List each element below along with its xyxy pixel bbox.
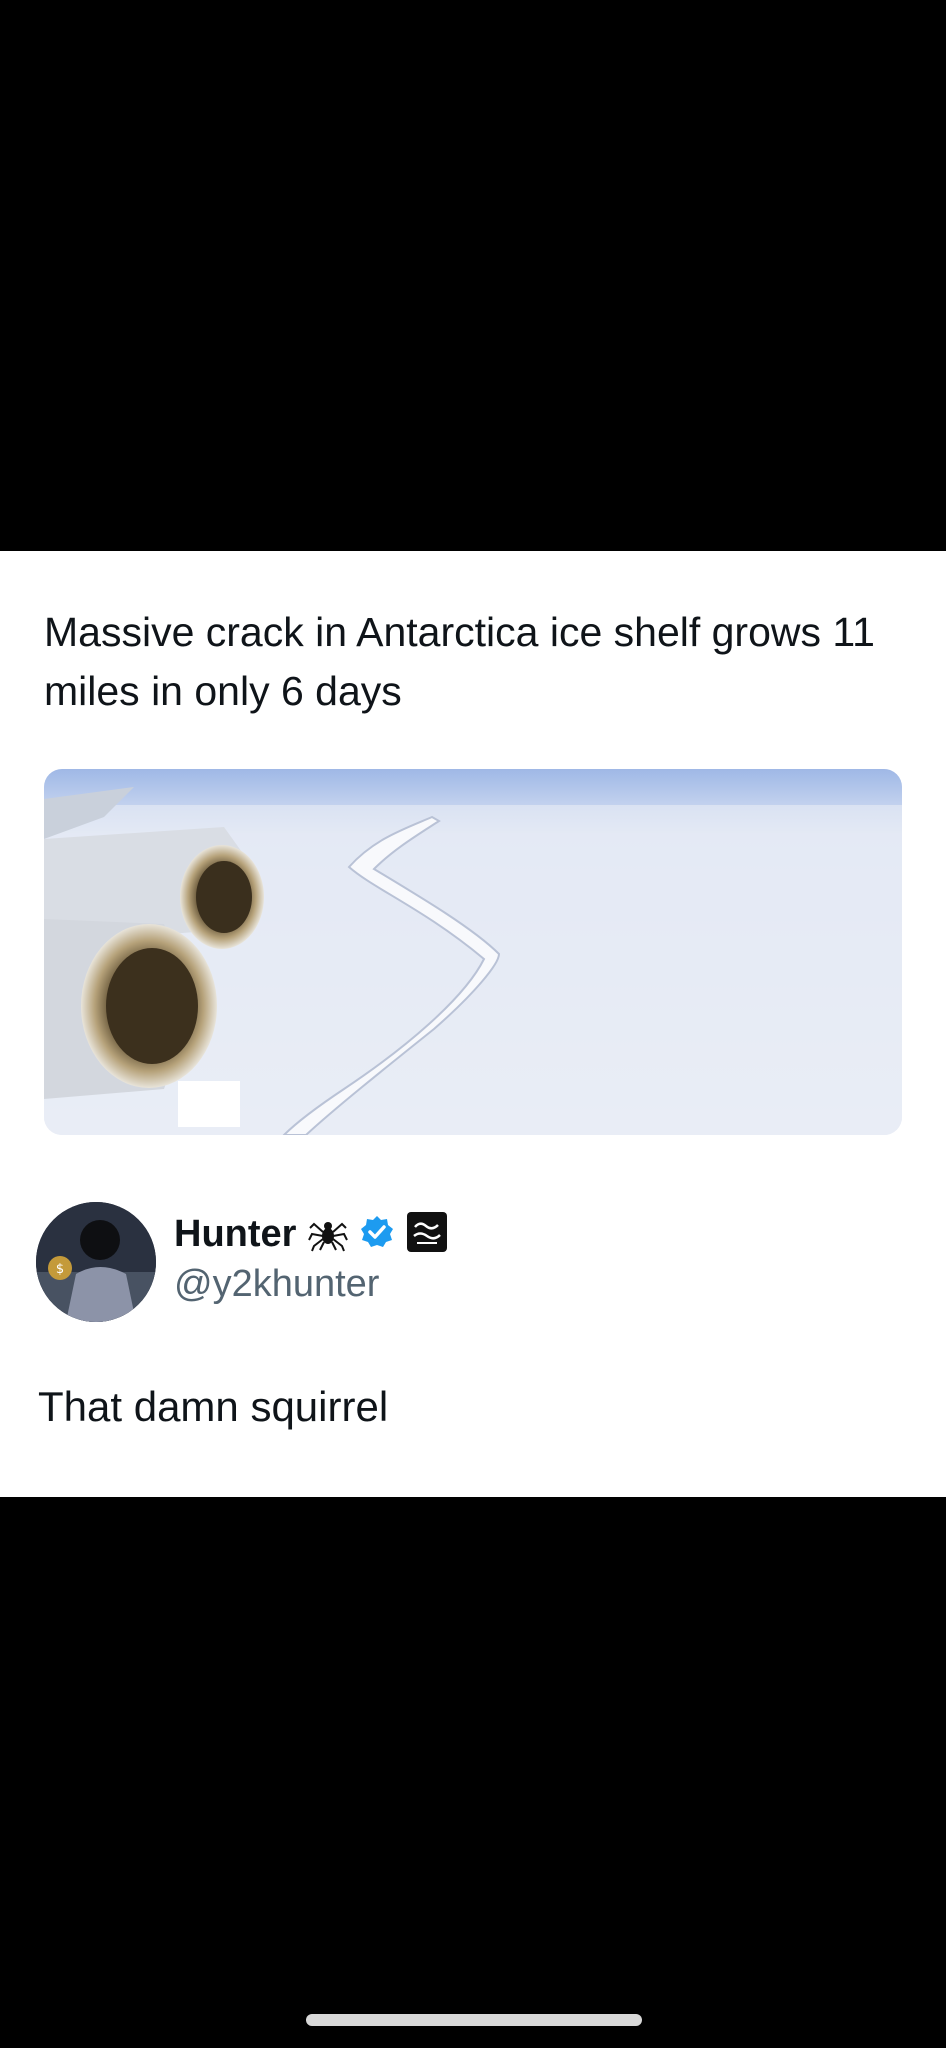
home-indicator[interactable] <box>306 2014 642 2026</box>
spider-icon <box>308 1212 349 1257</box>
reply-text: That damn squirrel <box>38 1383 389 1430</box>
bottom-black-band <box>0 1497 946 2048</box>
reply-avatar[interactable]: $ <box>36 1202 156 1322</box>
avatar-image: $ <box>36 1202 156 1322</box>
svg-text:$: $ <box>56 1262 64 1277</box>
top-black-band <box>0 0 946 551</box>
post-headline: Massive crack in Antarctica ice shelf gr… <box>44 609 875 714</box>
tweet-card: Massive crack in Antarctica ice shelf gr… <box>0 551 946 1497</box>
reply-author-row[interactable]: Hunter <box>174 1209 448 1259</box>
ice-shelf-photo <box>44 769 902 1135</box>
affiliate-badge-icon <box>406 1211 448 1258</box>
reply-handle[interactable]: @y2khunter <box>174 1263 379 1306</box>
post-image[interactable] <box>44 769 902 1135</box>
verified-badge-icon <box>360 1215 394 1254</box>
reply-display-name[interactable]: Hunter <box>174 1213 296 1256</box>
